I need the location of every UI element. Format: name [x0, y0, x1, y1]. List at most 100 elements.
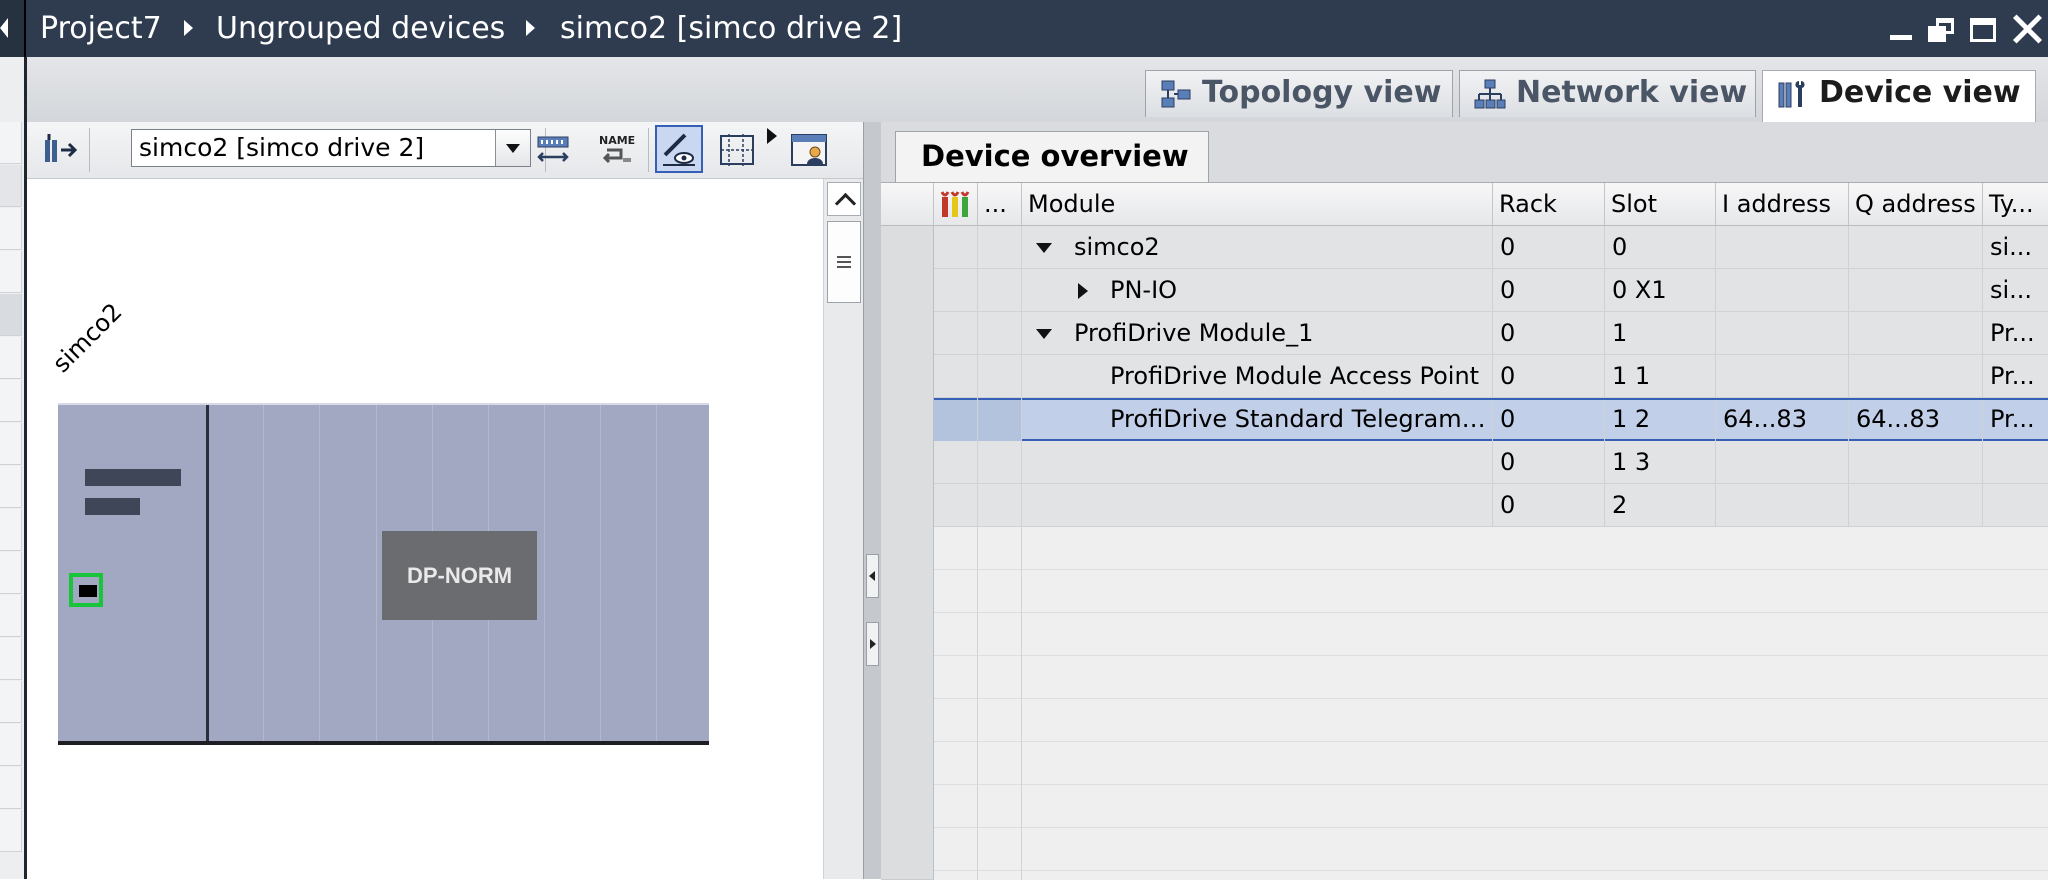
tab-label: Network view — [1516, 75, 1748, 110]
device-selector-value: simco2 [simco drive 2] — [139, 133, 425, 162]
dp-norm-module[interactable]: DP-NORM — [382, 531, 537, 620]
table-row[interactable]: PN-IO 0 0 X1 si... — [934, 269, 2048, 312]
q-address-cell — [1849, 355, 1983, 397]
rack-cell: 0 — [1493, 484, 1605, 526]
show-device-names-icon[interactable]: NAME — [597, 130, 637, 170]
topology-icon — [1161, 80, 1191, 108]
collapse-left-icon[interactable] — [866, 554, 879, 598]
slot-cell: 1 — [1605, 312, 1716, 354]
module-name: ProfiDrive Standard Telegram ... — [1022, 400, 1493, 442]
type-cell — [1983, 441, 2048, 483]
device-view-toolbar: simco2 [simco drive 2] NAME — [27, 122, 863, 179]
device-selector-dropdown[interactable]: simco2 [simco drive 2] — [131, 129, 531, 167]
row-header-corner — [881, 183, 934, 226]
status-colors-icon — [940, 191, 970, 217]
column-header-i-address[interactable]: I address — [1716, 183, 1849, 226]
show-module-labels-icon[interactable] — [533, 130, 573, 170]
i-address-cell — [1716, 269, 1849, 311]
slot-cell: 0 — [1605, 226, 1716, 268]
column-header-status[interactable] — [934, 183, 978, 226]
chevron-down-icon[interactable] — [495, 130, 530, 166]
table-row[interactable]: 0 2 — [934, 484, 2048, 527]
i-address-cell — [1716, 312, 1849, 354]
tab-device-overview[interactable]: Device overview — [895, 131, 1209, 182]
column-header-q-address[interactable]: Q address — [1849, 183, 1983, 226]
q-address-cell — [1849, 269, 1983, 311]
tab-topology-view[interactable]: Topology view — [1145, 70, 1453, 117]
i-address-cell — [1716, 441, 1849, 483]
q-address-cell — [1849, 226, 1983, 268]
row-header-column — [881, 226, 934, 880]
column-header-more[interactable]: ... — [978, 183, 1022, 226]
profinet-port-icon[interactable] — [69, 573, 103, 607]
device-rack[interactable]: DP-NORM — [58, 403, 709, 745]
device-status-bar — [85, 469, 181, 486]
breadcrumb-separator-icon — [526, 20, 535, 36]
device-overview-pane: Device overview ... Module Rack Slot I a… — [881, 122, 2048, 880]
table-row-selected[interactable]: ProfiDrive Standard Telegram ... 0 1 2 6… — [934, 398, 2048, 442]
slot-cell: 2 — [1605, 484, 1716, 526]
table-row[interactable]: ProfiDrive Module_1 0 1 Pr... — [934, 312, 2048, 355]
restore-button[interactable] — [1928, 18, 1954, 42]
q-address-cell — [1849, 484, 1983, 526]
i-address-cell — [1716, 226, 1849, 268]
breadcrumb-group[interactable]: Ungrouped devices — [216, 10, 505, 48]
table-row[interactable]: 0 1 3 — [934, 441, 2048, 484]
tab-label: Device view — [1819, 75, 2021, 110]
arrow-left-icon — [0, 18, 8, 38]
project-tree-collapsed-strip — [0, 57, 24, 879]
column-header-slot[interactable]: Slot — [1605, 183, 1716, 226]
rack-cell: 0 — [1493, 400, 1605, 442]
column-header-type[interactable]: Ty... — [1983, 183, 2048, 226]
overview-navigation-icon[interactable] — [655, 125, 703, 173]
expand-arrow-down-icon[interactable] — [1036, 329, 1052, 339]
collapse-right-icon[interactable] — [866, 622, 879, 666]
device-overview-table: ... Module Rack Slot I address Q address… — [881, 182, 2048, 880]
expand-toolbar-arrow-icon[interactable] — [765, 126, 779, 146]
scrollbar-thumb[interactable] — [827, 221, 861, 303]
rack-cell: 0 — [1493, 269, 1605, 311]
module-name: PN-IO — [1110, 276, 1178, 304]
rack-cell: 0 — [1493, 441, 1605, 483]
type-cell: Pr... — [1983, 312, 2048, 354]
scroll-up-button[interactable] — [827, 182, 861, 216]
device-view-icon — [1778, 81, 1805, 108]
grid-view-icon[interactable] — [717, 130, 757, 170]
svg-text:NAME: NAME — [599, 134, 635, 147]
type-cell: Pr... — [1990, 405, 2035, 433]
module-name — [1022, 484, 1493, 526]
q-address-cell: 64...83 — [1849, 400, 1983, 442]
i-address-cell — [1716, 355, 1849, 397]
slot-cell: 1 2 — [1605, 400, 1716, 442]
close-button[interactable] — [2012, 14, 2042, 44]
breadcrumb-project[interactable]: Project7 — [40, 10, 162, 48]
module-properties-icon[interactable] — [789, 130, 829, 170]
module-name: ProfiDrive Module_1 — [1074, 319, 1314, 347]
type-cell — [1983, 484, 2048, 526]
vertical-scrollbar[interactable] — [823, 179, 864, 879]
tab-network-view[interactable]: Network view — [1459, 70, 1756, 117]
column-header-module[interactable]: Module — [1022, 183, 1493, 226]
pane-splitter[interactable] — [863, 122, 883, 879]
breadcrumb-separator-icon — [184, 20, 193, 36]
table-row[interactable]: simco2 0 0 si... — [934, 226, 2048, 269]
type-cell: si... — [1983, 226, 2048, 268]
tab-label: Topology view — [1202, 75, 1442, 110]
collapse-project-tree-button[interactable] — [0, 0, 26, 57]
network-icon — [1474, 79, 1506, 109]
column-header-rack[interactable]: Rack — [1493, 183, 1605, 226]
q-address-cell — [1849, 441, 1983, 483]
expand-arrow-right-icon[interactable] — [1078, 283, 1088, 299]
rack-cell: 0 — [1493, 312, 1605, 354]
table-row[interactable]: ProfiDrive Module Access Point 0 1 1 Pr.… — [934, 355, 2048, 398]
maximize-button[interactable] — [1970, 18, 1996, 42]
module-name — [1022, 441, 1493, 483]
expand-arrow-down-icon[interactable] — [1036, 243, 1052, 253]
minimize-button[interactable] — [1890, 35, 1912, 40]
module-name: simco2 — [1074, 233, 1160, 261]
type-cell: Pr... — [1983, 355, 2048, 397]
tab-device-view[interactable]: Device view — [1762, 70, 2036, 123]
breadcrumb-device[interactable]: simco2 [simco drive 2] — [560, 10, 902, 48]
network-view-switch-icon[interactable] — [39, 130, 79, 170]
rack-cell: 0 — [1493, 226, 1605, 268]
